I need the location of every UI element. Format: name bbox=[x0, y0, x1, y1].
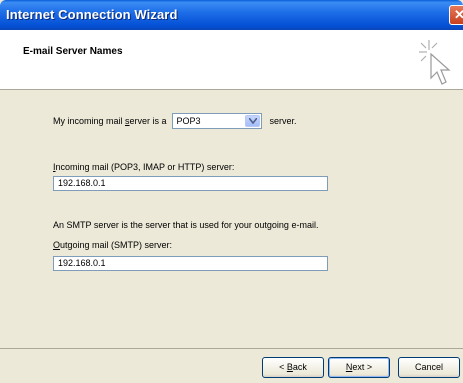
incoming-server-input[interactable]: 192.168.0.1 bbox=[53, 176, 328, 191]
wizard-window: Internet Connection Wizard ✕ E-mail Serv… bbox=[0, 0, 463, 383]
incoming-server-label: Incoming mail (POP3, IMAP or HTTP) serve… bbox=[53, 162, 235, 172]
outgoing-server-label: Outgoing mail (SMTP) server: bbox=[53, 240, 173, 250]
server-type-row: My incoming mail server is a POP3 server… bbox=[53, 113, 297, 129]
window-title: Internet Connection Wizard bbox=[6, 7, 178, 22]
title-bar[interactable]: Internet Connection Wizard ✕ bbox=[0, 0, 463, 30]
server-type-value: POP3 bbox=[176, 116, 201, 126]
server-type-select[interactable]: POP3 bbox=[171, 113, 262, 129]
back-button[interactable]: < Back bbox=[262, 357, 324, 378]
wizard-cursor-icon bbox=[419, 40, 451, 85]
server-type-label: My incoming mail server is a bbox=[53, 116, 167, 126]
page-title: E-mail Server Names bbox=[23, 46, 123, 57]
server-type-suffix: server. bbox=[269, 116, 297, 126]
wizard-body: My incoming mail server is a POP3 server… bbox=[0, 90, 463, 340]
chevron-down-icon[interactable] bbox=[244, 115, 260, 127]
footer-divider bbox=[0, 348, 463, 349]
smtp-note: An SMTP server is the server that is use… bbox=[53, 220, 319, 230]
close-icon: ✕ bbox=[454, 7, 463, 22]
cancel-button[interactable]: Cancel bbox=[398, 357, 460, 378]
outgoing-server-input[interactable]: 192.168.0.1 bbox=[53, 256, 328, 271]
header-panel: E-mail Server Names bbox=[0, 30, 463, 90]
next-button[interactable]: Next > bbox=[328, 357, 390, 378]
close-button[interactable]: ✕ bbox=[449, 5, 463, 25]
